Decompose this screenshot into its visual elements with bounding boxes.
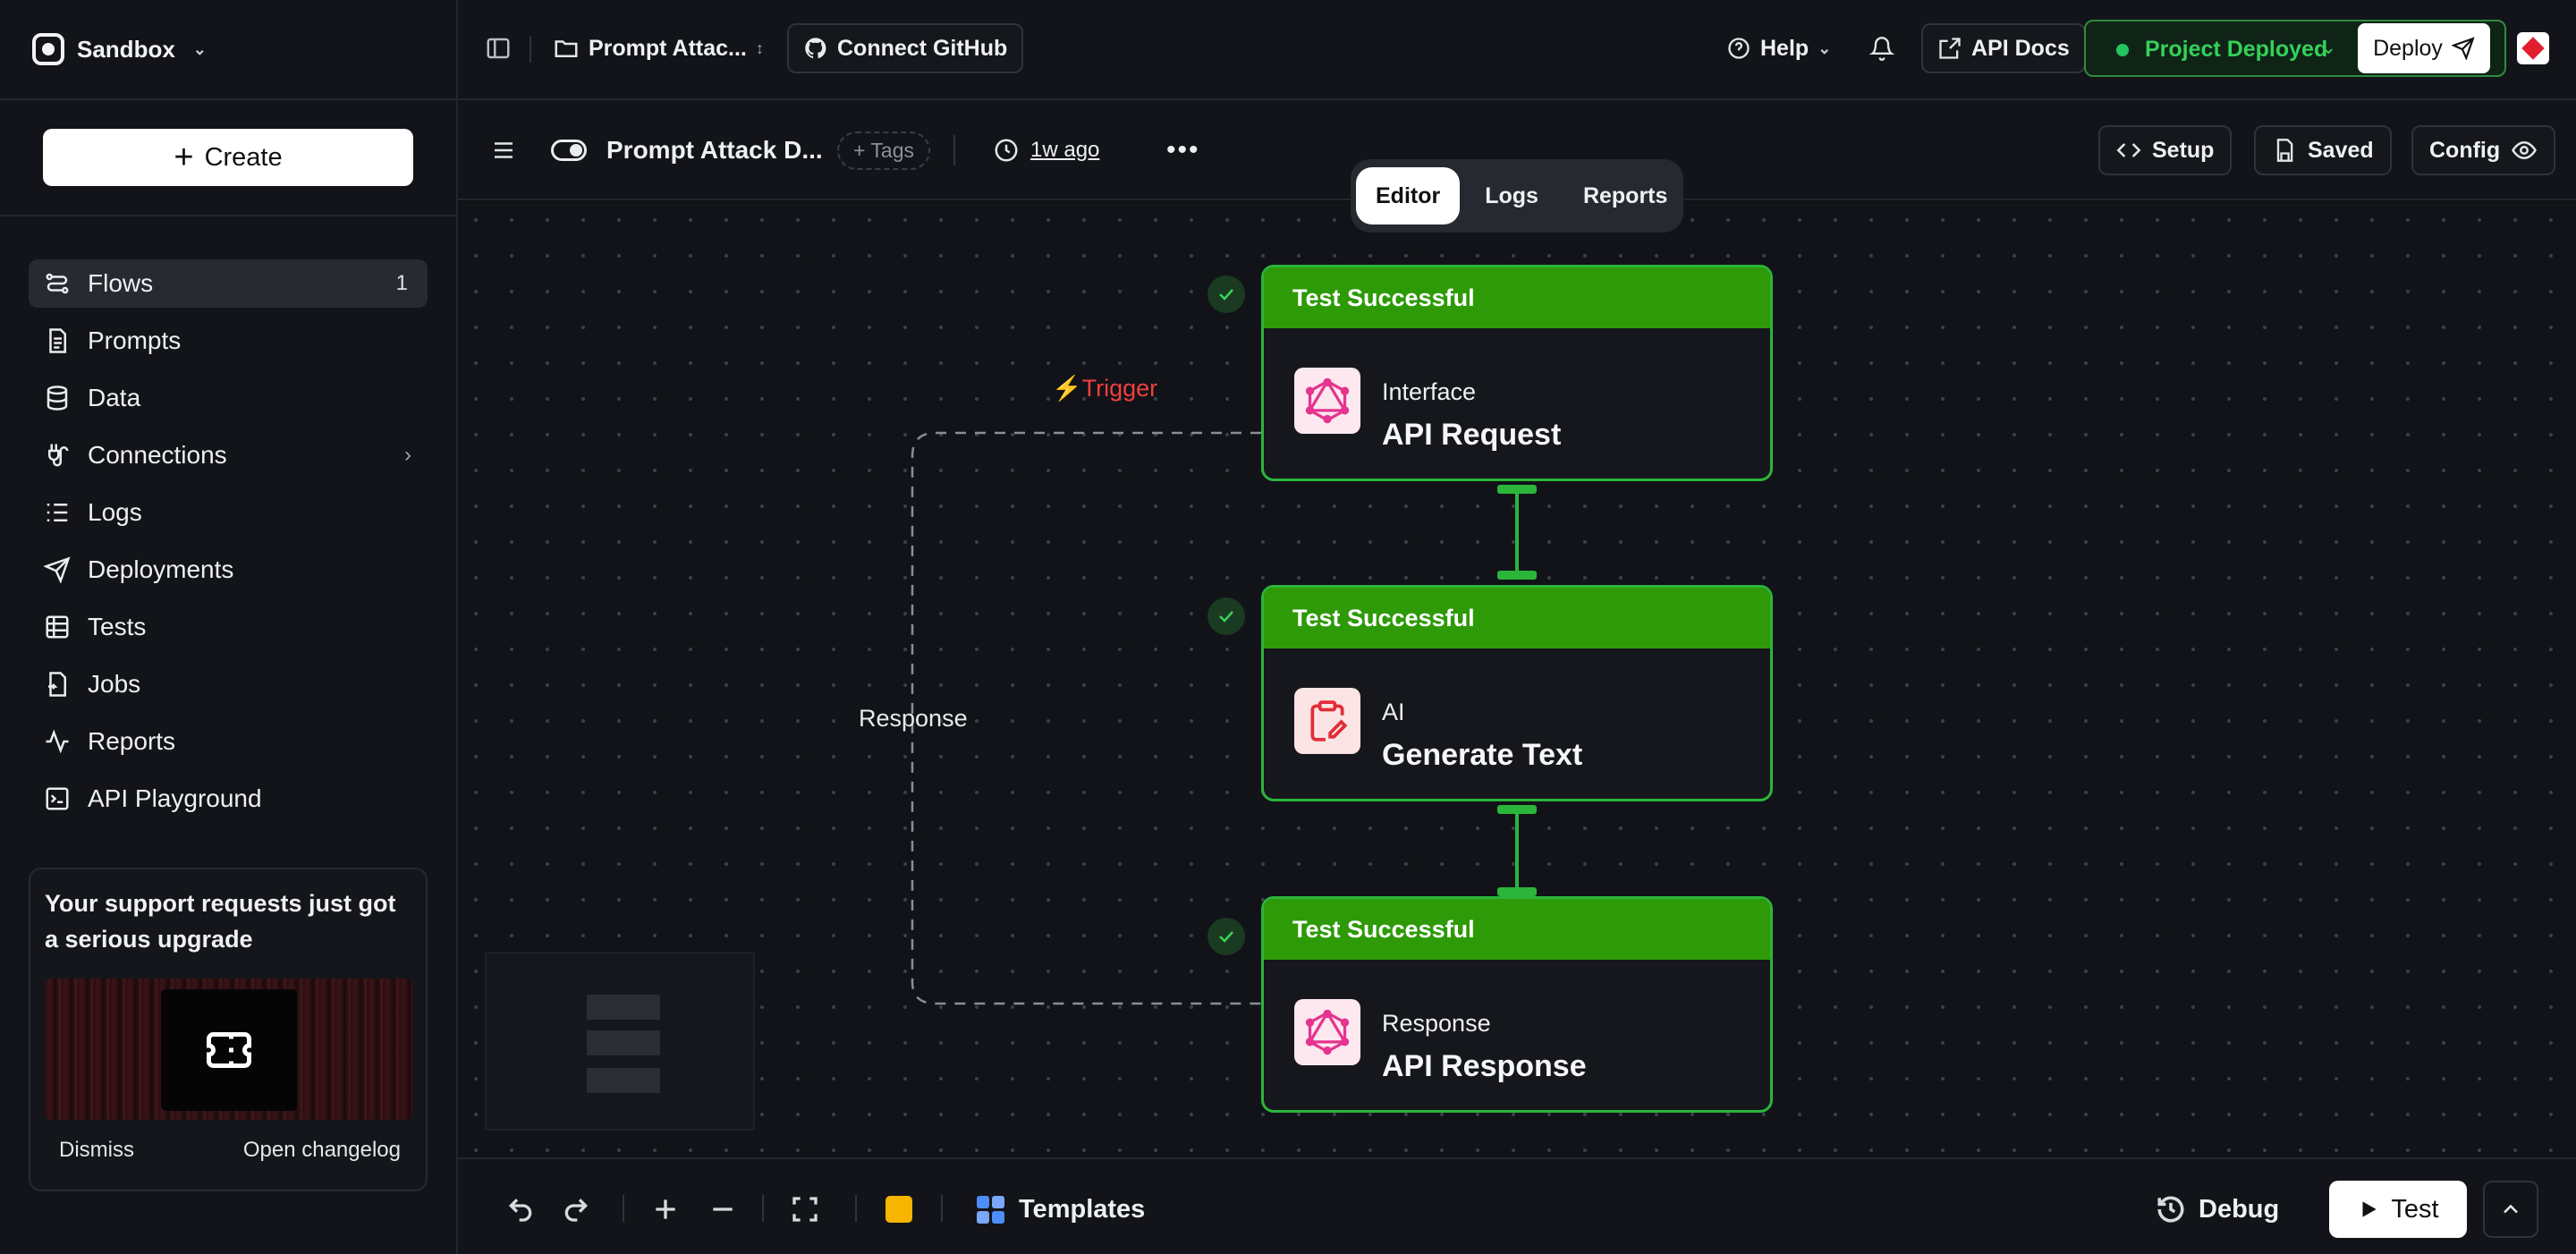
- debug-button[interactable]: Debug: [2156, 1184, 2279, 1234]
- plus-icon: [656, 1199, 675, 1219]
- test-label: Test: [2391, 1194, 2439, 1224]
- edge-handle[interactable]: [1497, 887, 1537, 896]
- clipboard-pen-icon: [1294, 688, 1360, 754]
- divider: [855, 1195, 857, 1222]
- chevron-up-icon: [2504, 1204, 2518, 1214]
- node-kind: AI: [1382, 699, 1405, 725]
- canvas-controls: Templates Debug Test: [458, 1157, 2576, 1254]
- node-name: Generate Text: [1382, 738, 1583, 772]
- templates-label: Templates: [1019, 1194, 1146, 1224]
- zoom-out-button[interactable]: [708, 1184, 737, 1234]
- redo-icon: [564, 1199, 589, 1222]
- history-icon: [2157, 1196, 2184, 1223]
- edge-handle[interactable]: [1497, 571, 1537, 580]
- node-kind: Interface: [1382, 378, 1477, 405]
- node-kind: Response: [1382, 1010, 1491, 1037]
- check-icon: [1208, 275, 1245, 313]
- fullscreen-icon: [792, 1197, 818, 1222]
- minimap-node: [587, 1030, 660, 1055]
- minimap-node: [587, 995, 660, 1020]
- node-name: API Response: [1382, 1049, 1587, 1083]
- divider: [941, 1195, 943, 1222]
- debug-label: Debug: [2199, 1194, 2280, 1224]
- minus-icon: [713, 1207, 733, 1211]
- view-tabs: Editor Logs Reports: [1351, 159, 1683, 233]
- zoom-in-button[interactable]: [651, 1184, 680, 1234]
- app-root: Sandbox ⌄ + Create Flows 1 Prompts Data: [0, 0, 2576, 1254]
- trigger-label: ⚡Trigger: [1052, 375, 1158, 402]
- flow-node-api-request[interactable]: Test Successful Interface API Request: [1261, 265, 1773, 481]
- node-name: API Request: [1382, 418, 1562, 452]
- node-status: Test Successful: [1264, 267, 1770, 328]
- expand-panel-button[interactable]: [2483, 1181, 2538, 1238]
- minimap-node: [587, 1068, 660, 1093]
- flow-node-api-response[interactable]: Test Successful Response API Response: [1261, 896, 1773, 1113]
- tab-reports[interactable]: Reports: [1563, 167, 1687, 225]
- check-icon: [1208, 597, 1245, 635]
- sticky-note-button[interactable]: [886, 1184, 912, 1234]
- flow-node-generate-text[interactable]: Test Successful AI Generate Text: [1261, 585, 1773, 801]
- divider: [623, 1195, 624, 1222]
- node-status: Test Successful: [1264, 899, 1770, 960]
- tab-editor[interactable]: Editor: [1356, 167, 1461, 225]
- sticky-note-icon: [886, 1196, 912, 1223]
- minimap[interactable]: [485, 952, 755, 1131]
- templates-button[interactable]: Templates: [977, 1184, 1145, 1234]
- graphql-icon: [1294, 368, 1360, 434]
- response-edge-label: Response: [859, 705, 968, 732]
- fit-view-button[interactable]: [791, 1184, 819, 1234]
- templates-grid-icon: [977, 1195, 1004, 1224]
- edge-handle[interactable]: [1497, 485, 1537, 494]
- tab-logs[interactable]: Logs: [1465, 167, 1558, 225]
- node-status: Test Successful: [1264, 588, 1770, 648]
- edge-handle[interactable]: [1497, 805, 1537, 814]
- undo-button[interactable]: [506, 1184, 535, 1234]
- undo-icon: [508, 1199, 532, 1222]
- play-icon: [2362, 1201, 2377, 1217]
- divider: [762, 1195, 764, 1222]
- check-icon: [1208, 918, 1245, 955]
- test-button[interactable]: Test: [2329, 1181, 2467, 1238]
- redo-button[interactable]: [562, 1184, 590, 1234]
- graphql-icon: [1294, 999, 1360, 1065]
